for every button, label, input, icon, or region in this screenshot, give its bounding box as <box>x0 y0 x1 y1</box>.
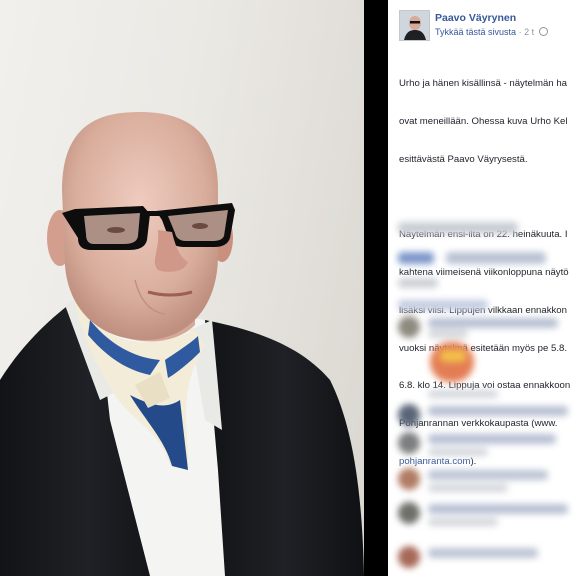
post-line: esittävästä Paavo Väyrysestä. <box>399 153 528 165</box>
post-meta: Tykkää tästä sivusta · 2 t <box>435 27 548 37</box>
meta-separator: · <box>518 27 522 37</box>
portrait-photo <box>0 0 364 576</box>
globe-icon <box>538 27 548 36</box>
post-time[interactable]: 2 t <box>524 27 534 37</box>
post-line: ovat meneillään. Ohessa kuva Urho Kel <box>399 115 568 127</box>
facebook-post: Paavo Väyrynen Tykkää tästä sivusta · 2 … <box>388 0 576 576</box>
post-author[interactable]: Paavo Väyrynen <box>435 12 516 24</box>
portrait-illustration <box>0 112 364 576</box>
like-page-link[interactable]: Tykkää tästä sivusta <box>435 27 516 37</box>
avatar-icon <box>400 11 429 40</box>
panel-divider <box>364 0 388 576</box>
post-line: Urho ja hänen kisällinsä - näytelmän ha <box>399 78 567 90</box>
post-line <box>399 192 576 205</box>
blurred-comments-area <box>388 218 576 576</box>
profile-avatar[interactable] <box>399 10 430 41</box>
